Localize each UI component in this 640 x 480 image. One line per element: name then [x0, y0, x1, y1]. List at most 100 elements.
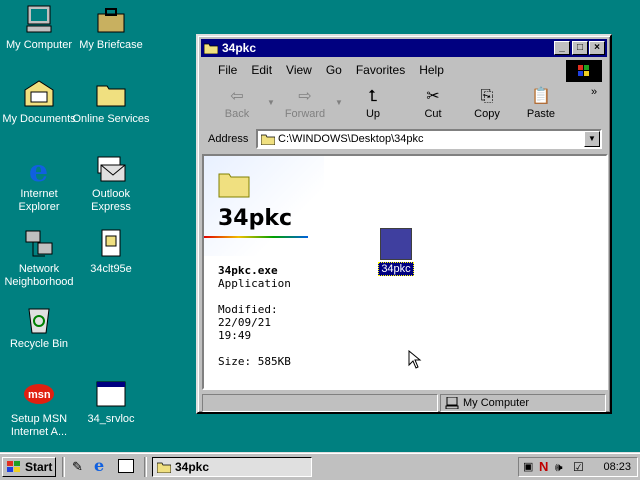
paste-icon: 📋: [531, 88, 551, 105]
mouse-cursor-icon: [408, 350, 422, 369]
back-arrow-icon: ⇦: [230, 88, 244, 105]
minimize-button[interactable]: _: [554, 41, 570, 55]
title-underline: [204, 236, 308, 238]
briefcase-icon: [95, 4, 127, 36]
desktop-icon-setup-msn[interactable]: msn Setup MSN Internet A...: [0, 378, 78, 439]
folder-icon: [95, 78, 127, 110]
file-item-label: 34pkc: [378, 262, 414, 276]
desktop-icon-my-documents[interactable]: My Documents: [0, 78, 78, 126]
address-dropdown-button[interactable]: ▼: [584, 131, 600, 147]
status-panel-left: [202, 394, 438, 412]
standard-toolbar: ⇦ Back ▼ ⇨ Forward ▼ ⮤ Up ✂ Cut ⎘ Copy 📋…: [202, 84, 606, 126]
svg-text:msn: msn: [28, 389, 51, 401]
icon-label: Recycle Bin: [9, 338, 69, 350]
up-button[interactable]: ⮤ Up: [346, 86, 400, 124]
svg-text:e: e: [29, 154, 48, 185]
tray-volume-icon[interactable]: 🕪: [555, 458, 563, 476]
desktop-icon-recycle-bin[interactable]: Recycle Bin: [0, 303, 78, 351]
computer-icon: [23, 4, 55, 36]
folder-view: 34pkc 34pkc.exe Application Modified: 22…: [202, 154, 608, 390]
cut-button[interactable]: ✂ Cut: [406, 86, 460, 124]
menu-view[interactable]: View: [286, 63, 312, 77]
explorer-window: 34pkc _ □ × File Edit View Go Favorites …: [196, 34, 612, 414]
documents-folder-icon: [23, 78, 55, 110]
menu-help[interactable]: Help: [419, 63, 444, 77]
up-folder-icon: ⮤: [368, 88, 378, 105]
modified-label: Modified:: [218, 303, 278, 316]
windows-logo-icon: [7, 461, 20, 472]
address-input[interactable]: C:\WINDOWS\Desktop\34pkc ▼: [256, 129, 602, 149]
folder-icon: [261, 134, 275, 145]
scissors-icon: ✂: [426, 88, 440, 105]
forward-arrow-icon: ⇨: [298, 88, 312, 105]
address-bar: Address C:\WINDOWS\Desktop\34pkc ▼: [202, 128, 606, 150]
icon-label: 34_srvloc: [87, 413, 135, 425]
tray-clock[interactable]: 08:23: [603, 458, 631, 476]
icon-label: My Documents: [2, 113, 76, 125]
status-bar: My Computer: [202, 394, 606, 412]
quicklaunch-outlook-icon[interactable]: [118, 459, 134, 473]
status-panel-zone: My Computer: [440, 394, 606, 412]
copy-button[interactable]: ⎘ Copy: [460, 86, 514, 124]
window-title: 34pkc: [222, 41, 257, 55]
tray-norton-icon[interactable]: N: [539, 458, 548, 476]
file-item-34pkc[interactable]: 34pkc: [376, 228, 416, 276]
modified-time: 19:49: [218, 329, 252, 342]
windows-logo-icon: [566, 60, 602, 82]
icon-label: Online Services: [72, 113, 150, 125]
desktop-icon-34-srvloc[interactable]: 34_srvloc: [72, 378, 150, 426]
folder-icon: [204, 43, 218, 54]
desktop-icon-internet-explorer[interactable]: e Internet Explorer: [0, 153, 78, 214]
icon-label: My Briefcase: [79, 39, 143, 51]
outlook-express-icon: [95, 153, 127, 185]
taskbar: Start ✎ e 34pkc ▣ N 🕪 ☑ 08:23: [0, 452, 640, 480]
document-icon: [95, 228, 127, 260]
desktop-icon-network-neighborhood[interactable]: Network Neighborhood: [0, 228, 78, 289]
close-button[interactable]: ×: [589, 41, 605, 55]
start-button[interactable]: Start: [2, 457, 56, 477]
quicklaunch-separator: [62, 457, 65, 477]
system-tray: ▣ N 🕪 ☑ 08:23: [518, 457, 638, 477]
menu-favorites[interactable]: Favorites: [356, 63, 405, 77]
file-name: 34pkc.exe: [218, 264, 278, 277]
folder-icon: [218, 173, 250, 198]
desktop-icon-my-computer[interactable]: My Computer: [0, 4, 78, 52]
folder-title: 34pkc: [218, 206, 293, 231]
icon-label: Outlook Express: [91, 188, 131, 213]
tray-printer-icon[interactable]: ▣: [523, 458, 533, 476]
address-label: Address: [208, 133, 249, 145]
maximize-button[interactable]: □: [572, 41, 588, 55]
desktop-icon-my-briefcase[interactable]: My Briefcase: [72, 4, 150, 52]
icon-label: Setup MSN Internet A...: [10, 413, 68, 438]
program-window-icon: [95, 378, 127, 410]
start-label: Start: [25, 460, 53, 474]
toolbar-overflow-chevron-icon[interactable]: »: [586, 86, 602, 124]
icon-label: My Computer: [5, 39, 73, 51]
status-zone-text: My Computer: [463, 397, 530, 409]
network-icon: [23, 228, 55, 260]
modified-date: 22/09/21: [218, 316, 271, 329]
menu-go[interactable]: Go: [326, 63, 342, 77]
computer-icon: [445, 397, 459, 409]
application-icon: [380, 228, 412, 260]
recycle-bin-icon: [23, 303, 55, 335]
file-size: Size: 585KB: [218, 355, 291, 368]
menu-file[interactable]: File: [218, 63, 237, 77]
quicklaunch-edit-icon[interactable]: ✎: [72, 459, 88, 475]
window-titlebar[interactable]: 34pkc _ □ ×: [201, 39, 607, 57]
internet-explorer-icon: e: [23, 153, 55, 189]
desktop-icon-34clt95e[interactable]: 34clt95e: [72, 228, 150, 276]
icon-label: 34clt95e: [90, 263, 132, 275]
file-type: Application: [218, 277, 291, 290]
task-label: 34pkc: [175, 460, 210, 474]
forward-button[interactable]: ⇨ Forward: [278, 86, 332, 124]
taskbar-button-34pkc[interactable]: 34pkc: [152, 457, 312, 477]
tray-scheduler-icon[interactable]: ☑: [573, 458, 584, 476]
icon-label: Internet Explorer: [18, 188, 60, 213]
desktop-icon-outlook-express[interactable]: Outlook Express: [72, 153, 150, 214]
quicklaunch-internet-explorer-icon[interactable]: e: [94, 457, 110, 475]
desktop-icon-online-services[interactable]: Online Services: [72, 78, 150, 126]
back-button[interactable]: ⇦ Back: [210, 86, 264, 124]
menu-edit[interactable]: Edit: [251, 63, 272, 77]
paste-button[interactable]: 📋 Paste: [514, 86, 568, 124]
